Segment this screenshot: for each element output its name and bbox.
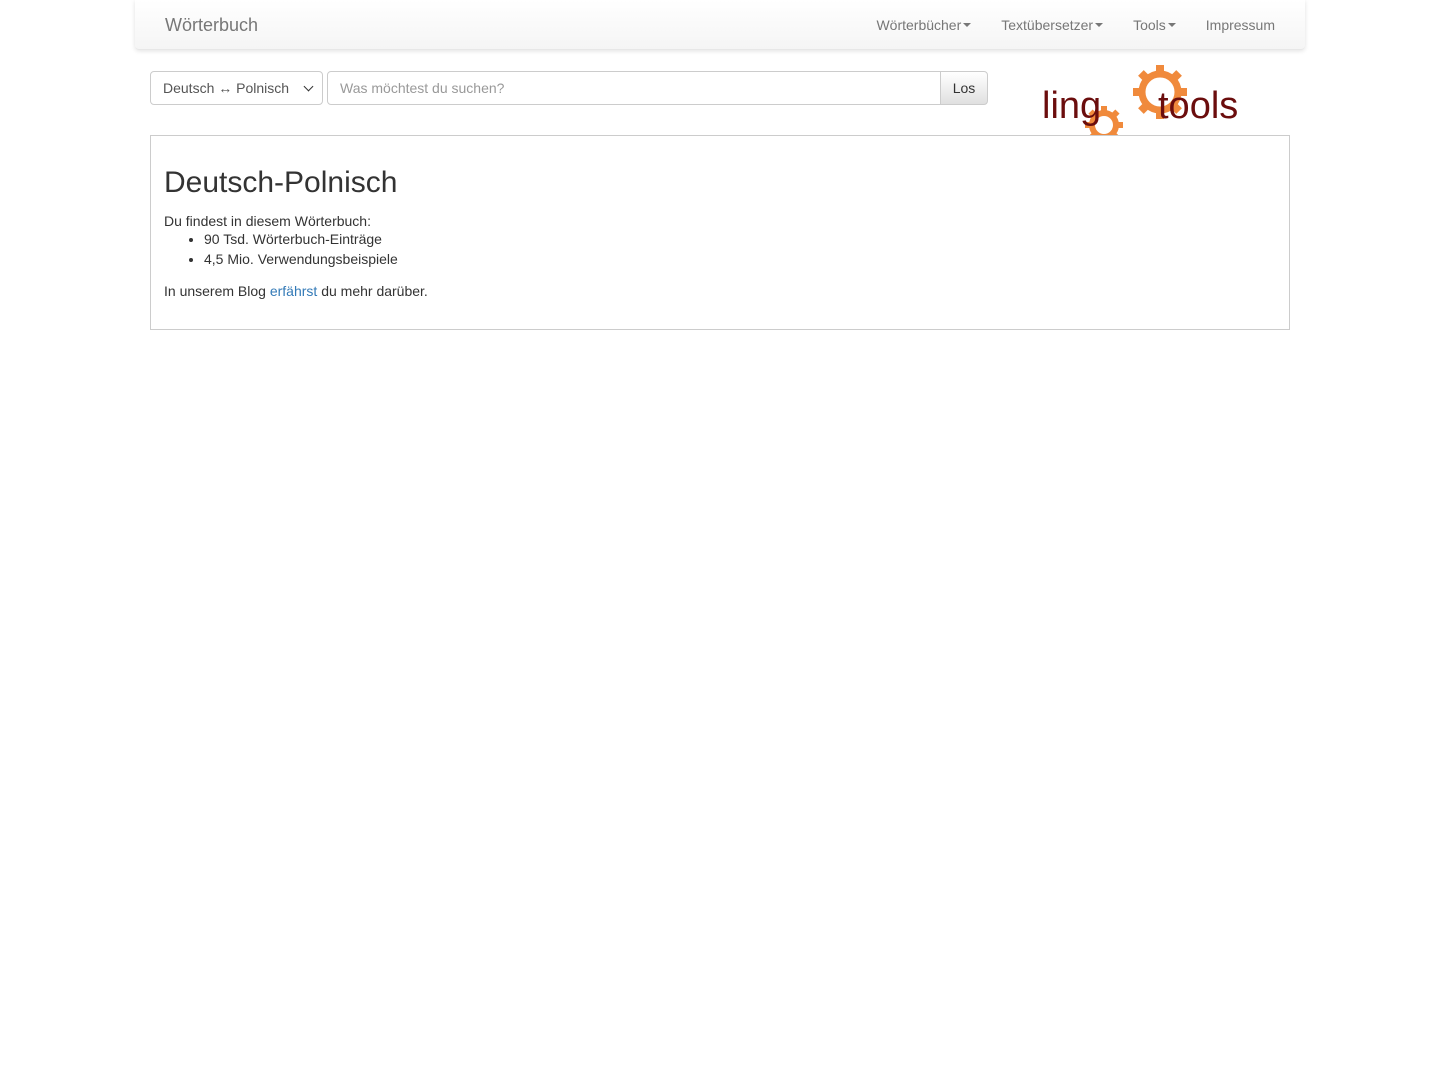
blog-text: In unserem Blog erfährst du mehr darüber… <box>164 281 428 301</box>
nav-dictionaries-label: Wörterbücher <box>876 17 962 33</box>
nav-text-translator-dropdown[interactable]: Textübersetzer <box>986 0 1118 50</box>
search-input[interactable] <box>327 71 941 105</box>
nav-tools-dropdown[interactable]: Tools <box>1118 0 1191 50</box>
intro-text: Du findest in diesem Wörterbuch: <box>164 213 371 229</box>
language-pair-select[interactable]: Deutsch ↔ Polnisch <box>150 71 323 105</box>
nav-text-translator-label: Textübersetzer <box>1001 17 1094 33</box>
top-navbar: Wörterbuch Wörterbücher Textübersetzer T… <box>135 0 1305 50</box>
language-pair-selected: Deutsch ↔ Polnisch <box>163 80 290 96</box>
chevron-down-icon <box>303 81 314 91</box>
navbar-menu: Wörterbücher Textübersetzer Tools Impres… <box>861 0 1290 50</box>
logo-text-right: tools <box>1158 85 1238 127</box>
blog-prefix: In unserem Blog <box>164 283 270 299</box>
nav-tools-label: Tools <box>1133 17 1166 33</box>
caret-down-icon <box>1095 23 1104 27</box>
navbar-brand[interactable]: Wörterbuch <box>165 15 258 35</box>
list-item: 4,5 Mio. Verwendungsbeispiele <box>204 249 398 269</box>
nav-impressum-label: Impressum <box>1205 17 1275 33</box>
stats-list: 90 Tsd. Wörterbuch-Einträge 4,5 Mio. Ver… <box>204 229 398 269</box>
caret-down-icon <box>963 23 972 27</box>
blog-suffix: du mehr darüber. <box>317 283 428 299</box>
search-submit-button[interactable]: Los <box>940 71 988 105</box>
list-item: 90 Tsd. Wörterbuch-Einträge <box>204 229 398 249</box>
search-form: Deutsch ↔ Polnisch Los <box>150 71 988 105</box>
logo-text-left: ling <box>1042 85 1101 127</box>
caret-down-icon <box>1167 23 1176 27</box>
dictionary-info-panel: Deutsch-Polnisch Du findest in diesem Wö… <box>150 135 1290 330</box>
nav-impressum-link[interactable]: Impressum <box>1191 0 1290 50</box>
nav-dictionaries-dropdown[interactable]: Wörterbücher <box>861 0 986 50</box>
page-title: Deutsch-Polnisch <box>164 166 398 199</box>
blog-link[interactable]: erfährst <box>270 283 317 299</box>
